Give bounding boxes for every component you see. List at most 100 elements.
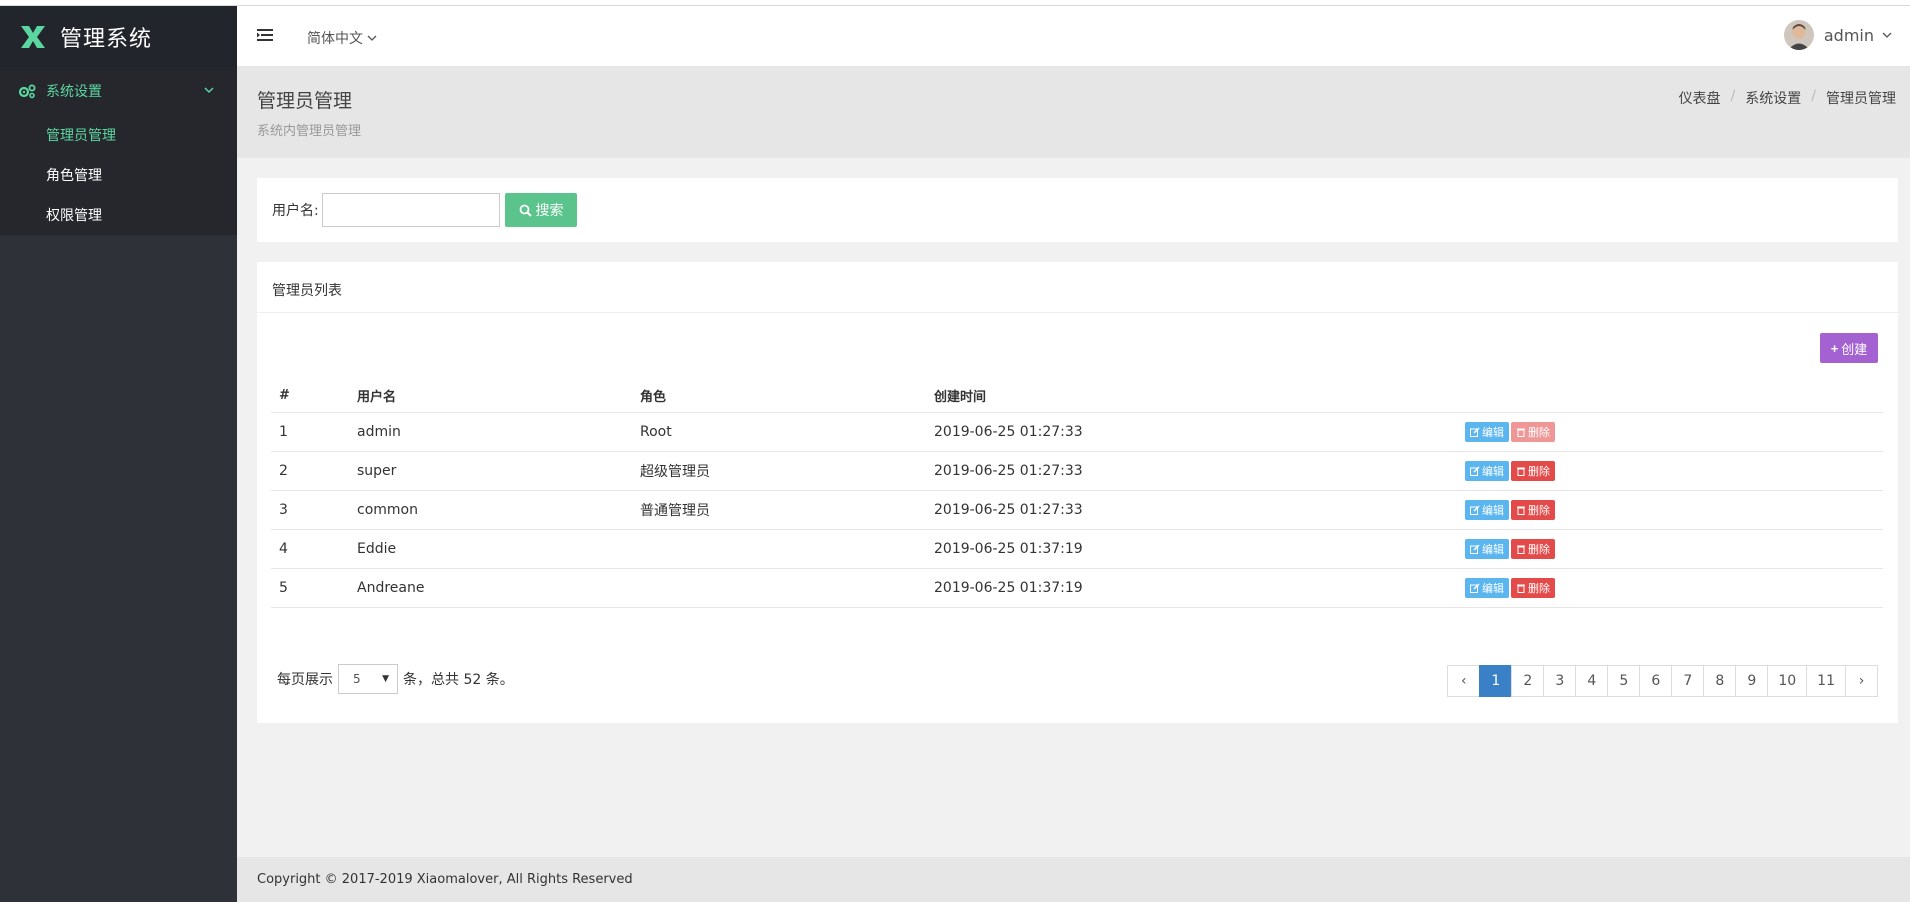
edit-button[interactable]: 编辑 bbox=[1465, 538, 1509, 559]
username-search-input[interactable] bbox=[322, 193, 500, 227]
edit-icon bbox=[1470, 426, 1480, 437]
edit-label: 编辑 bbox=[1482, 504, 1504, 517]
cell-created: 2019-06-25 01:27:33 bbox=[934, 451, 1465, 491]
search-card: 用户名: 搜索 bbox=[257, 178, 1898, 242]
user-menu[interactable]: admin bbox=[1783, 20, 1892, 50]
pager-page-9[interactable]: 9 bbox=[1735, 665, 1769, 697]
gears-icon bbox=[18, 84, 36, 99]
username-label: 用户名: bbox=[272, 203, 319, 219]
breadcrumb-item-dashboard[interactable]: 仪表盘 bbox=[1679, 88, 1721, 108]
per-page-control: 每页展示 5 ▼ 条，总共 52 条。 bbox=[277, 664, 514, 694]
pager-page-10[interactable]: 10 bbox=[1767, 665, 1808, 697]
pager-page-3[interactable]: 3 bbox=[1543, 665, 1577, 697]
sidebar: 管理系统 系统设置 管理员管理 角色管理 权限管理 bbox=[0, 6, 237, 902]
pagination: ‹ 1 2 3 4 5 6 7 8 9 10 11 › bbox=[1447, 665, 1878, 697]
table-header-row: # 用户名 角色 创建时间 bbox=[271, 380, 1883, 413]
menu-toggle-icon[interactable] bbox=[257, 28, 273, 42]
language-selector[interactable]: 简体中文 bbox=[307, 28, 377, 48]
brand[interactable]: 管理系统 bbox=[0, 6, 237, 67]
pager-prev[interactable]: ‹ bbox=[1447, 665, 1481, 697]
table-row: 3 common 普通管理员 2019-06-25 01:27:33 编辑 删除 bbox=[271, 490, 1883, 530]
cell-username: Andreane bbox=[357, 568, 640, 608]
table-row: 4 Eddie 2019-06-25 01:37:19 编辑 删除 bbox=[271, 529, 1883, 569]
cell-role bbox=[640, 529, 934, 569]
trash-icon bbox=[1517, 467, 1525, 476]
search-button-label: 搜索 bbox=[535, 202, 564, 218]
create-button-label: 创建 bbox=[1841, 341, 1868, 357]
edit-label: 编辑 bbox=[1482, 582, 1504, 595]
breadcrumb-item-system-settings[interactable]: 系统设置 bbox=[1745, 88, 1801, 108]
page-header: 管理员管理 系统内管理员管理 仪表盘 / 系统设置 / 管理员管理 bbox=[237, 66, 1910, 158]
pager-next[interactable]: › bbox=[1845, 665, 1878, 697]
delete-label: 删除 bbox=[1528, 504, 1550, 517]
trash-icon bbox=[1517, 428, 1525, 437]
cell-actions: 编辑 删除 bbox=[1465, 412, 1883, 452]
cell-username: common bbox=[357, 490, 640, 530]
column-header-created: 创建时间 bbox=[934, 380, 1465, 413]
delete-label: 删除 bbox=[1528, 543, 1550, 556]
page-subtitle: 系统内管理员管理 bbox=[257, 124, 362, 139]
admin-list-card: 管理员列表 + 创建 # 用户名 角色 创建时间 1 admin Root 20… bbox=[257, 262, 1898, 723]
delete-button[interactable]: 删除 bbox=[1511, 499, 1555, 520]
plus-icon: + bbox=[1830, 340, 1839, 356]
delete-button[interactable]: 删除 bbox=[1511, 421, 1555, 442]
search-button[interactable]: 搜索 bbox=[505, 193, 577, 227]
column-header-username: 用户名 bbox=[357, 380, 640, 413]
cell-username: super bbox=[357, 451, 640, 491]
sidebar-item-label: 角色管理 bbox=[46, 168, 102, 184]
cell-actions: 编辑 删除 bbox=[1465, 568, 1883, 608]
edit-icon bbox=[1470, 582, 1480, 593]
create-button[interactable]: + 创建 bbox=[1820, 333, 1878, 363]
sidebar-item-label: 权限管理 bbox=[46, 208, 102, 224]
app-title: 管理系统 bbox=[60, 26, 153, 52]
delete-label: 删除 bbox=[1528, 465, 1550, 478]
trash-icon bbox=[1517, 584, 1525, 593]
edit-label: 编辑 bbox=[1482, 465, 1504, 478]
copyright-text: Copyright © 2017-2019 Xiaomalover, All R… bbox=[257, 872, 633, 887]
pager-page-6[interactable]: 6 bbox=[1639, 665, 1673, 697]
edit-button[interactable]: 编辑 bbox=[1465, 460, 1509, 481]
menu-head-label: 系统设置 bbox=[46, 84, 102, 100]
cell-created: 2019-06-25 01:37:19 bbox=[934, 568, 1465, 608]
search-icon bbox=[519, 204, 532, 217]
pager-page-2[interactable]: 2 bbox=[1511, 665, 1545, 697]
pager-page-7[interactable]: 7 bbox=[1671, 665, 1705, 697]
cell-role: Root bbox=[640, 412, 934, 452]
per-page-select[interactable]: 5 ▼ bbox=[338, 664, 398, 694]
cell-role: 普通管理员 bbox=[640, 490, 934, 530]
pager-page-4[interactable]: 4 bbox=[1575, 665, 1609, 697]
edit-button[interactable]: 编辑 bbox=[1465, 577, 1509, 598]
sidebar-item-admin-management[interactable]: 管理员管理 bbox=[0, 115, 237, 155]
per-page-suffix: 条，总共 52 条。 bbox=[403, 672, 514, 688]
cell-username: Eddie bbox=[357, 529, 640, 569]
pager-page-1[interactable]: 1 bbox=[1479, 665, 1513, 697]
per-page-prefix: 每页展示 bbox=[277, 672, 333, 688]
column-header-index: # bbox=[271, 380, 357, 413]
edit-button[interactable]: 编辑 bbox=[1465, 499, 1509, 520]
delete-button[interactable]: 删除 bbox=[1511, 460, 1555, 481]
card-title: 管理员列表 bbox=[272, 283, 342, 299]
edit-label: 编辑 bbox=[1482, 426, 1504, 439]
cell-actions: 编辑 删除 bbox=[1465, 529, 1883, 569]
breadcrumb-separator: / bbox=[1730, 88, 1736, 104]
per-page-value: 5 bbox=[353, 672, 361, 686]
delete-button[interactable]: 删除 bbox=[1511, 577, 1555, 598]
username-label: admin bbox=[1823, 25, 1874, 45]
edit-icon bbox=[1470, 465, 1480, 476]
edit-button[interactable]: 编辑 bbox=[1465, 421, 1509, 442]
sidebar-item-role-management[interactable]: 角色管理 bbox=[0, 155, 237, 195]
menu-group-system-settings: 系统设置 管理员管理 角色管理 权限管理 bbox=[0, 67, 237, 235]
cell-index: 3 bbox=[271, 490, 357, 530]
menu-head-system-settings[interactable]: 系统设置 bbox=[0, 67, 237, 115]
pager-page-5[interactable]: 5 bbox=[1607, 665, 1641, 697]
delete-button[interactable]: 删除 bbox=[1511, 538, 1555, 559]
caret-down-icon: ▼ bbox=[382, 674, 389, 684]
pager-page-11[interactable]: 11 bbox=[1806, 665, 1846, 697]
edit-icon bbox=[1470, 543, 1480, 554]
trash-icon bbox=[1517, 506, 1525, 515]
admin-table: # 用户名 角色 创建时间 1 admin Root 2019-06-25 01… bbox=[271, 380, 1883, 608]
sidebar-item-permission-management[interactable]: 权限管理 bbox=[0, 195, 237, 235]
pager-page-8[interactable]: 8 bbox=[1703, 665, 1737, 697]
page-title: 管理员管理 bbox=[257, 90, 353, 112]
avatar bbox=[1783, 20, 1814, 50]
